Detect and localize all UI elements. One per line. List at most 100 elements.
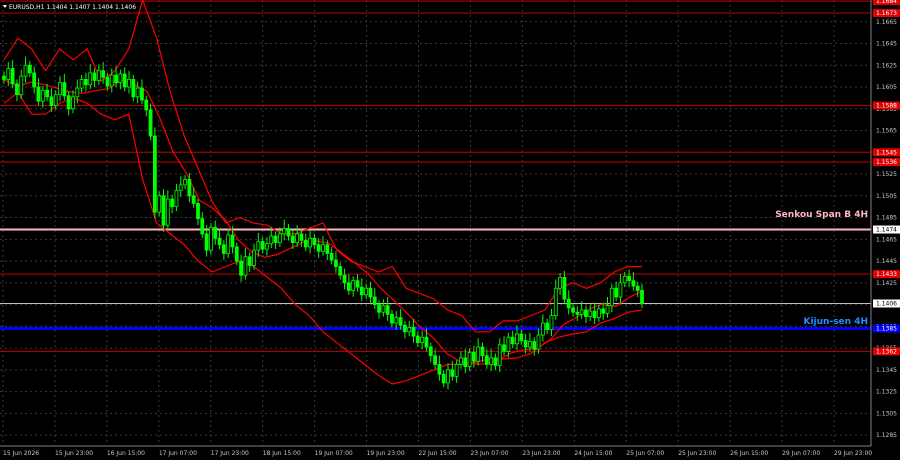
candle-body [105,76,110,87]
candle-body [10,68,15,85]
candle-body [446,369,450,384]
candle-body [394,317,399,324]
time-tick-label: 17 Jun 23:00 [211,450,249,457]
price-tag-label: 1.1406 [876,300,897,307]
candle-body [217,237,222,246]
candle-body [256,241,261,251]
candle-body [19,75,24,96]
candle-body [221,244,226,254]
candle-body [471,352,476,362]
candle-body [614,287,619,298]
candle-body [549,315,554,331]
price-tag-label: 1.1673 [876,10,897,17]
candle-body [92,72,97,81]
candle-body [157,195,162,213]
time-tick-label: 15 Jun 23:00 [55,450,93,457]
candle-body [6,68,11,80]
candle-body [15,83,19,96]
senkou-span-label: Senkou Span B 4H [775,210,868,220]
candle-body [631,280,636,287]
candle-body [605,305,610,314]
candle-body [273,235,278,243]
candle-body [265,243,269,250]
candle-body [325,244,330,254]
time-tick-label: 24 Jun 15:00 [574,450,612,457]
candle-body [437,364,442,375]
candle-body [403,324,407,333]
price-tick-label: 1.1285 [876,432,897,439]
time-tick-label: 25 Jun 23:00 [678,450,716,457]
candle-body [118,73,123,84]
price-tick-label: 1.1645 [876,41,897,48]
candle-body [174,189,179,208]
candle-body [79,79,84,89]
candle-body [424,336,429,348]
time-tick-label: 19 Jun 23:00 [367,450,405,457]
candle-body [152,135,157,213]
candle-body [515,333,519,345]
price-tag-label: 1.1588 [876,103,897,110]
candle-body [170,198,175,208]
candle-body [295,233,300,243]
price-tick-label: 1.1525 [876,171,897,178]
price-tick-label: 1.1565 [876,128,897,135]
candle-body [114,74,118,84]
price-tag-label: 1.1385 [876,326,897,333]
candle-body [635,285,640,291]
time-tick-label: 22 Jun 15:00 [419,450,457,457]
candle-body [321,244,325,252]
candle-body [329,253,334,261]
candle-body [36,86,41,102]
candle-body [161,195,166,226]
candle-body [420,336,425,344]
candle-body [592,310,597,319]
time-tick-label: 17 Jun 07:00 [159,450,197,457]
price-tick-label: 1.1305 [876,410,897,417]
candle-body [415,335,420,344]
candle-body [510,336,515,345]
price-tick-label: 1.1425 [876,280,897,287]
candle-body [338,266,343,276]
price-tag-label: 1.1362 [876,348,897,355]
candle-body [506,336,511,352]
candle-body [640,290,644,304]
candle-body [316,244,321,252]
price-tick-label: 1.1665 [876,19,897,26]
candle-body [536,334,541,350]
candle-body [96,70,101,81]
candle-body [558,276,562,289]
candle-body [334,259,338,267]
price-tick-label: 1.1485 [876,215,897,222]
candle-body [553,287,558,316]
candle-body [53,94,58,106]
candle-body [84,79,88,86]
candle-body [575,311,580,315]
candle-body [433,355,437,365]
candle-body [459,357,463,365]
price-tick-label: 1.1345 [876,367,897,374]
candle-body [286,228,291,237]
candle-body [71,96,75,110]
candle-body [200,218,205,235]
candle-body [411,327,416,337]
candle-body [566,298,571,309]
candle-body [290,235,295,243]
candle-body [269,235,274,245]
candle-body [230,234,235,248]
candle-body [23,64,28,77]
symbol-header: EURUSD,H1 1.1404 1.1407 1.1404 1.1406 [9,4,136,11]
candle-body [308,237,312,248]
candle-body [252,249,256,266]
price-tag-label: 1.1536 [876,159,897,166]
candle-body [32,72,37,88]
time-tick-labels: 15 Jun 2026 15 Jun 23:00 16 Jun 15:00 17 Ju… [3,450,872,457]
time-tick-label: 15 Jun 2026 [3,450,39,457]
price-tag-label: 1.1474 [876,227,897,234]
candle-body [385,305,390,315]
candle-body [493,357,498,366]
candle-body [140,87,144,101]
candle-body [303,240,308,248]
candle-body [131,79,136,98]
candle-body [260,241,265,250]
candle-body [519,333,524,341]
